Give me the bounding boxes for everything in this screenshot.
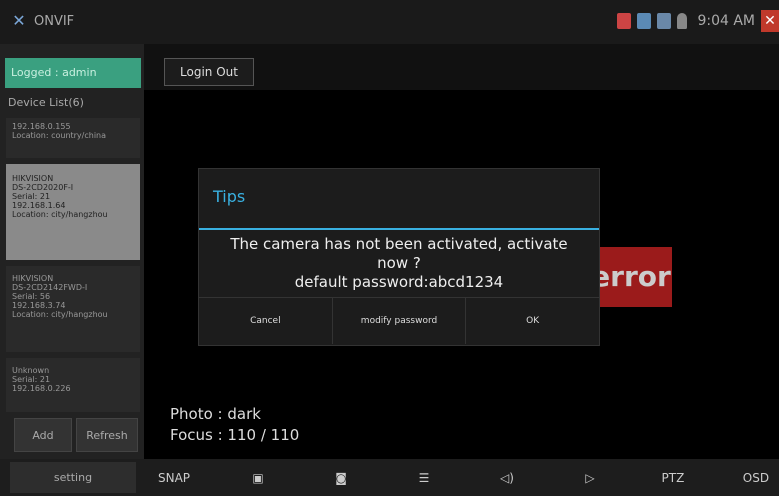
- app-title: ✕ ONVIF: [10, 12, 74, 30]
- screenshot-icon: [657, 13, 672, 29]
- device-list-item[interactable]: HIKVISION DS-2CD2142FWD-I Serial: 56 192…: [6, 266, 140, 352]
- dialog-divider: [199, 228, 599, 230]
- tool-strip: SNAP ▣ ◙ ☰ ◁) ▷ PTZ OSD: [150, 459, 779, 496]
- device-line: Location: country/china: [12, 131, 107, 140]
- clock: 9:04 AM: [697, 13, 755, 29]
- dialog-message-line: now ?: [377, 254, 421, 272]
- device-list-item[interactable]: 192.168.0.155 Location: country/china: [6, 118, 140, 158]
- device-line: HIKVISION: [12, 174, 54, 183]
- device-line: 192.168.1.64: [12, 201, 66, 210]
- app-title-text: ONVIF: [34, 13, 75, 29]
- play-icon[interactable]: ▷: [575, 471, 605, 485]
- device-line: Serial: 21: [12, 192, 51, 201]
- ok-button[interactable]: OK: [466, 298, 599, 344]
- device-line: 192.168.0.226: [12, 384, 71, 393]
- dialog-message-line: default password:abcd1234: [294, 273, 504, 291]
- camera-icon[interactable]: ◙: [326, 471, 356, 485]
- logged-status: Logged : admin: [5, 58, 141, 88]
- device-line: 192.168.0.155: [12, 122, 71, 131]
- tips-dialog: Tips The camera has not been activated, …: [198, 168, 600, 346]
- focus-status: Focus : 110 / 110: [170, 426, 300, 444]
- refresh-button[interactable]: Refresh: [76, 418, 138, 452]
- audio-icon[interactable]: ◁): [492, 471, 522, 485]
- photo-info: Photo : dark Focus : 110 / 110: [170, 404, 299, 446]
- osd-button[interactable]: OSD: [741, 471, 771, 485]
- add-button[interactable]: Add: [14, 418, 72, 452]
- status-bar: ✕ ONVIF 9:04 AM ✕: [0, 0, 779, 44]
- dialog-buttons: Cancel modify password OK: [199, 297, 599, 344]
- device-list-item[interactable]: Unknown Serial: 21 192.168.0.226: [6, 358, 140, 412]
- top-toolbar: Login Out: [144, 44, 779, 90]
- device-list-item-selected[interactable]: HIKVISION DS-2CD2020F-I Serial: 21 192.1…: [6, 164, 140, 260]
- dialog-message: The camera has not been activated, activ…: [209, 235, 589, 292]
- login-out-button[interactable]: Login Out: [164, 58, 254, 86]
- device-line: 192.168.3.74: [12, 301, 66, 310]
- device-line: HIKVISION: [12, 274, 54, 283]
- setting-button[interactable]: setting: [10, 462, 136, 493]
- app-icon: [637, 13, 652, 29]
- device-line: Unknown: [12, 366, 50, 375]
- device-line: DS-2CD2020F-I: [12, 183, 74, 192]
- close-icon[interactable]: ✕: [761, 10, 779, 32]
- onvif-app-icon: ✕: [12, 11, 26, 30]
- modify-password-button[interactable]: modify password: [333, 298, 467, 344]
- photo-status: Photo : dark: [170, 405, 261, 423]
- device-line: Location: city/hangzhou: [12, 210, 108, 219]
- device-line: Location: city/hangzhou: [12, 310, 108, 319]
- device-line: DS-2CD2142FWD-I: [12, 283, 88, 292]
- cancel-button[interactable]: Cancel: [199, 298, 333, 344]
- status-icons: 9:04 AM ✕: [617, 10, 779, 32]
- error-label: error: [590, 247, 672, 307]
- sidebar: Logged : admin Device List(6) 192.168.0.…: [0, 44, 144, 459]
- record-icon[interactable]: ☰: [409, 471, 439, 485]
- lock-icon: [677, 13, 688, 29]
- battery-icon: [617, 13, 632, 29]
- device-line: Serial: 21: [12, 375, 51, 384]
- dialog-title: Tips: [213, 187, 246, 206]
- ptz-button[interactable]: PTZ: [658, 471, 688, 485]
- device-list-title: Device List(6): [8, 96, 84, 109]
- device-line: Serial: 56: [12, 292, 51, 301]
- dialog-message-line: The camera has not been activated, activ…: [230, 235, 568, 253]
- bottom-toolbar: setting SNAP ▣ ◙ ☰ ◁) ▷ PTZ OSD: [0, 459, 779, 496]
- snap-button[interactable]: SNAP: [158, 471, 190, 485]
- photo-icon[interactable]: ▣: [243, 471, 273, 485]
